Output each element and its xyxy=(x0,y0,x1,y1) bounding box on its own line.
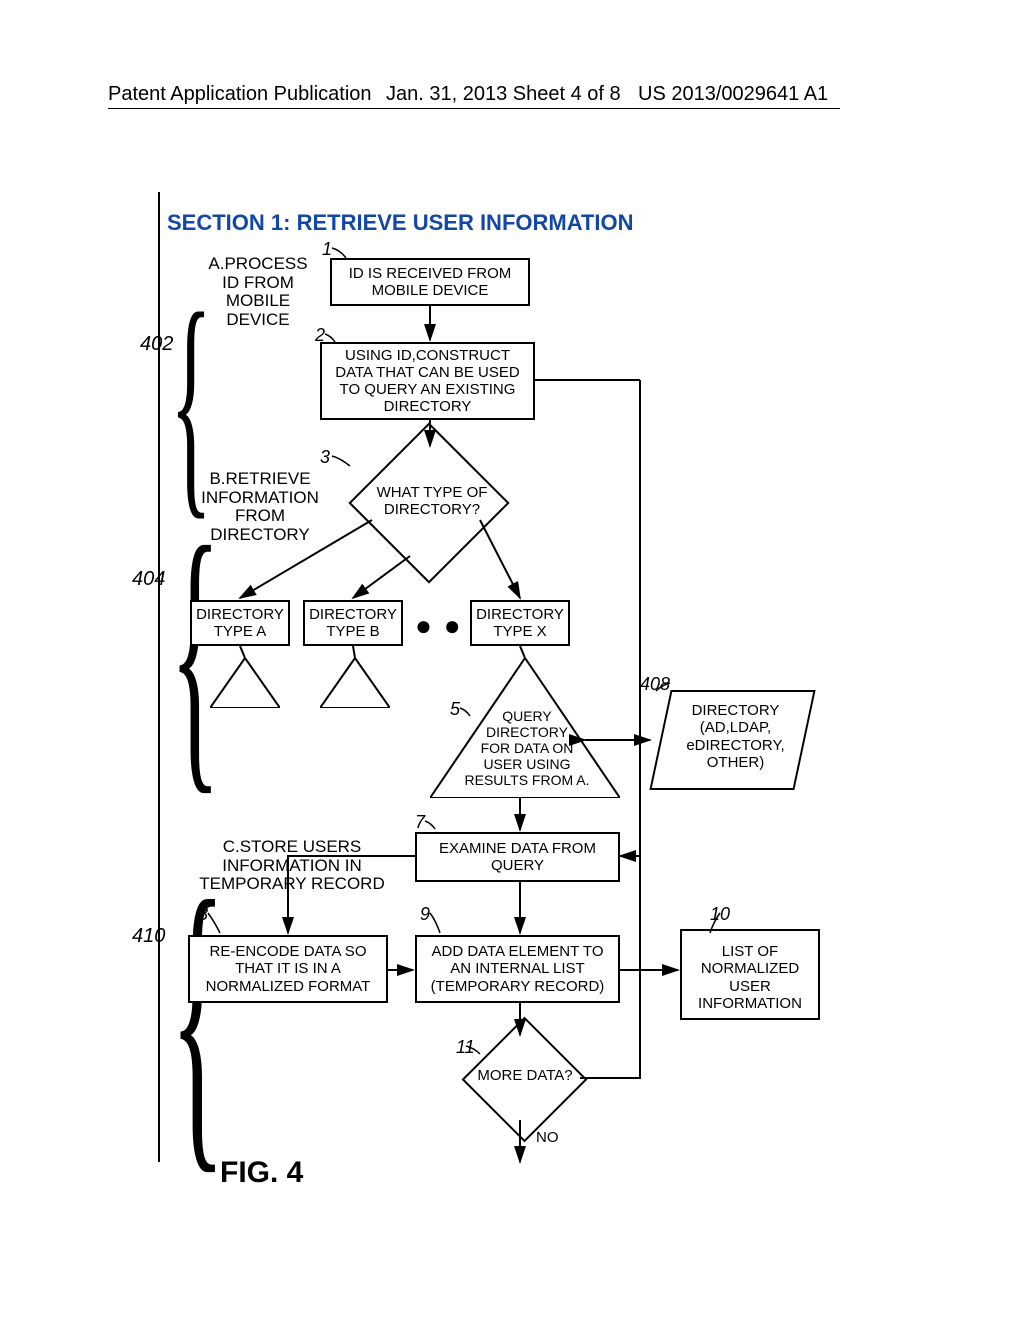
header-left: Patent Application Publication xyxy=(108,83,372,106)
step-2-text: USING ID,CONSTRUCT DATA THAT CAN BE USED… xyxy=(326,347,529,416)
step-8-box: RE-ENCODE DATA SO THAT IT IS IN A NORMAL… xyxy=(188,935,388,1003)
decision-11-no: NO xyxy=(536,1130,559,1147)
page: Patent Application Publication Jan. 31, … xyxy=(0,0,1024,1320)
step-10-text: LIST OF NORMALIZED USER INFORMATION xyxy=(698,943,802,1012)
ref-410: 410 xyxy=(132,925,165,947)
group-a-label: A.PROCESS ID FROM MOBILE DEVICE xyxy=(198,255,318,330)
step-9-text: ADD DATA ELEMENT TO AN INTERNAL LIST (TE… xyxy=(421,943,614,995)
figure-label: FIG. 4 xyxy=(220,1156,303,1190)
triangle-a xyxy=(210,658,280,708)
step-10-storage: LIST OF NORMALIZED USER INFORMATION xyxy=(680,935,820,1020)
triangle-b xyxy=(320,658,390,708)
dir-type-a: DIRECTORY TYPE A xyxy=(190,600,290,646)
step-num-8: 8 xyxy=(198,905,208,925)
header-right: US 2013/0029641 A1 xyxy=(638,83,828,106)
triangle-5-text: QUERY DIRECTORY FOR DATA ON USER USING R… xyxy=(462,708,592,788)
step-9-box: ADD DATA ELEMENT TO AN INTERNAL LIST (TE… xyxy=(415,935,620,1003)
step-num-3: 3 xyxy=(320,448,330,468)
dir-type-x-text: DIRECTORY TYPE X xyxy=(476,606,564,641)
decision-11-text: MORE DATA? xyxy=(470,1067,580,1084)
step-num-7: 7 xyxy=(415,813,425,833)
dir-store-text: DIRECTORY (AD,LDAP, eDIRECTORY, OTHER) xyxy=(668,702,803,771)
ref-404: 404 xyxy=(132,568,165,590)
group-b-label: B.RETRIEVE INFORMATION FROM DIRECTORY xyxy=(190,470,330,545)
dir-type-b: DIRECTORY TYPE B xyxy=(303,600,403,646)
dir-type-b-text: DIRECTORY TYPE B xyxy=(309,606,397,641)
dir-type-a-text: DIRECTORY TYPE A xyxy=(196,606,284,641)
step-1-box: ID IS RECEIVED FROM MOBILE DEVICE xyxy=(330,258,530,306)
step-num-1: 1 xyxy=(322,240,332,260)
decision-3-text: WHAT TYPE OF DIRECTORY? xyxy=(357,484,507,519)
header-center: Jan. 31, 2013 Sheet 4 of 8 xyxy=(386,83,621,106)
dir-type-x: DIRECTORY TYPE X xyxy=(470,600,570,646)
section-title: SECTION 1: RETRIEVE USER INFORMATION xyxy=(167,210,634,236)
group-c-label: C.STORE USERS INFORMATION IN TEMPORARY R… xyxy=(192,838,392,894)
step-num-11: 11 xyxy=(456,1038,475,1058)
step-7-box: EXAMINE DATA FROM QUERY xyxy=(415,832,620,882)
step-1-text: ID IS RECEIVED FROM MOBILE DEVICE xyxy=(336,265,524,300)
step-2-box: USING ID,CONSTRUCT DATA THAT CAN BE USED… xyxy=(320,342,535,420)
header-rule xyxy=(108,108,840,109)
step-8-text: RE-ENCODE DATA SO THAT IT IS IN A NORMAL… xyxy=(194,943,382,995)
step-num-9: 9 xyxy=(420,905,430,925)
step-num-10: 10 xyxy=(710,905,730,925)
step-7-text: EXAMINE DATA FROM QUERY xyxy=(421,840,614,875)
ref-408: 408 xyxy=(640,675,670,695)
ref-402: 402 xyxy=(140,333,173,355)
triangle-5: QUERY DIRECTORY FOR DATA ON USER USING R… xyxy=(430,658,620,798)
